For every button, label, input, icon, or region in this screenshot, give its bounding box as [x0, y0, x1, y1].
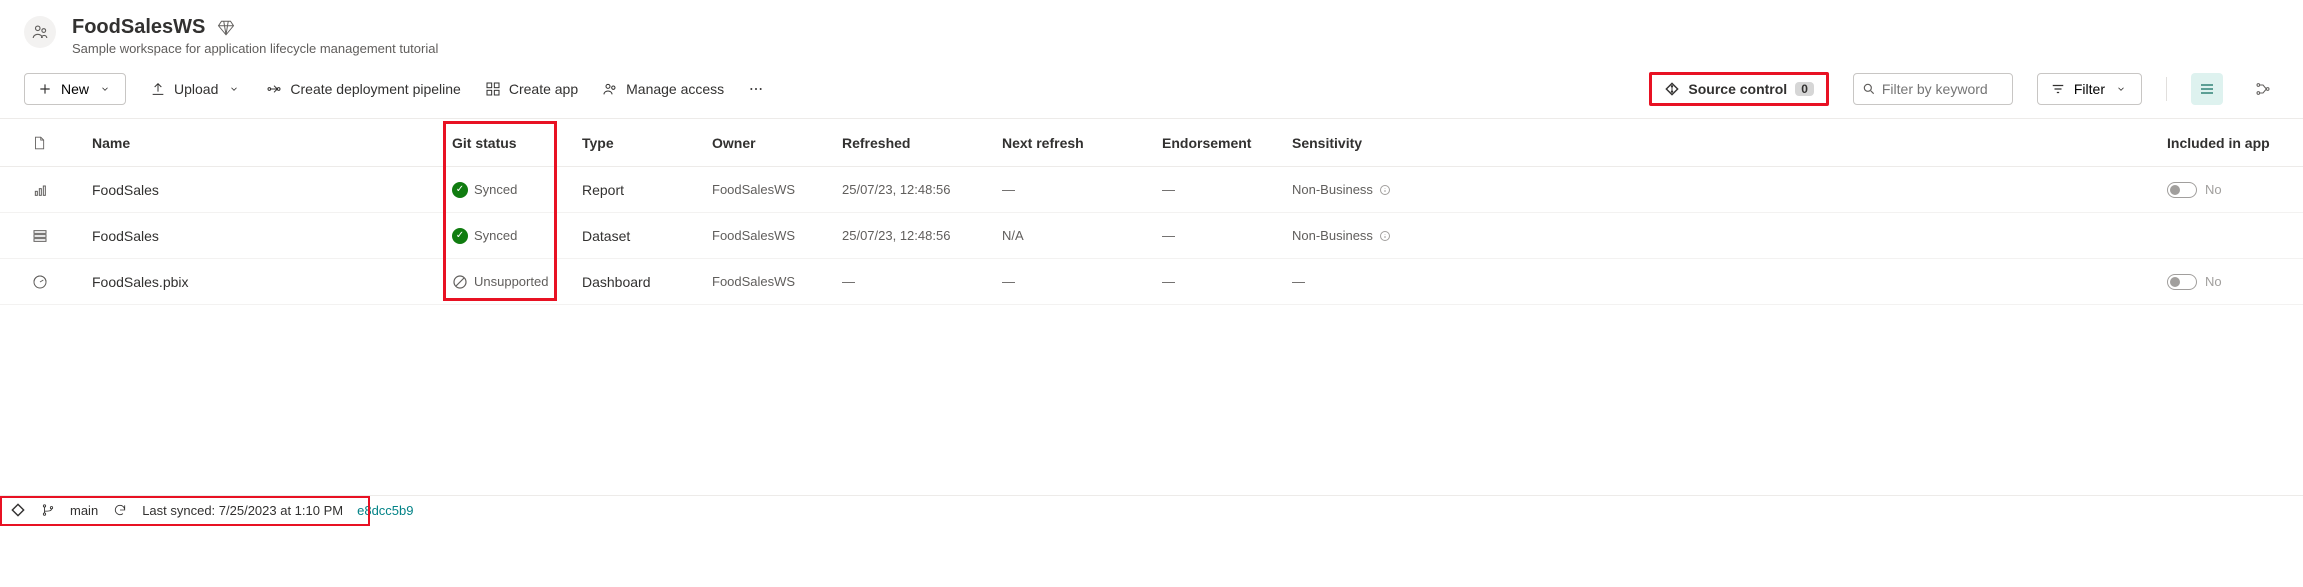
- toolbar: New Upload Create deployment pipeline Cr…: [0, 68, 2303, 119]
- filter-button[interactable]: Filter: [2037, 73, 2142, 105]
- col-sensitivity[interactable]: Sensitivity: [1284, 135, 1434, 151]
- git-icon: [10, 502, 26, 518]
- row-name[interactable]: FoodSales: [84, 182, 444, 198]
- createapp-button[interactable]: Create app: [485, 81, 578, 97]
- search-icon: [1862, 81, 1876, 97]
- filter-label: Filter: [2074, 81, 2105, 97]
- row-included: No: [2159, 274, 2279, 290]
- filter-icon: [2050, 81, 2066, 97]
- row-refreshed: 25/07/23, 12:48:56: [834, 228, 994, 243]
- pipeline-label: Create deployment pipeline: [290, 81, 460, 97]
- row-type-icon: [24, 182, 84, 198]
- chevron-down-icon: [97, 81, 113, 97]
- row-owner: FoodSalesWS: [704, 274, 834, 289]
- git-icon: [1664, 81, 1680, 97]
- more-icon: [748, 81, 764, 97]
- createapp-label: Create app: [509, 81, 578, 97]
- row-owner: FoodSalesWS: [704, 228, 834, 243]
- table-row[interactable]: FoodSales✓ SyncedDatasetFoodSalesWS25/07…: [0, 213, 2303, 259]
- row-type: Dataset: [574, 228, 704, 244]
- row-refreshed: 25/07/23, 12:48:56: [834, 182, 994, 197]
- upload-icon: [150, 81, 166, 97]
- new-button-label: New: [61, 81, 89, 97]
- col-owner[interactable]: Owner: [704, 135, 834, 151]
- row-next: —: [994, 182, 1154, 197]
- app-icon: [485, 81, 501, 97]
- upload-label: Upload: [174, 81, 218, 97]
- toolbar-divider: [2166, 77, 2167, 101]
- row-name[interactable]: FoodSales.pbix: [84, 274, 444, 290]
- people-icon: [602, 81, 618, 97]
- access-button[interactable]: Manage access: [602, 81, 724, 97]
- source-control-label: Source control: [1688, 81, 1787, 97]
- row-git-status: ✓ Synced: [444, 228, 574, 244]
- col-git[interactable]: Git status: [444, 135, 574, 151]
- row-refreshed: —: [834, 274, 994, 289]
- row-type: Dashboard: [574, 274, 704, 290]
- upload-button[interactable]: Upload: [150, 81, 242, 97]
- row-sensitivity: —: [1284, 274, 1434, 289]
- row-endorsement: —: [1154, 274, 1284, 289]
- access-label: Manage access: [626, 81, 724, 97]
- col-icon[interactable]: [24, 135, 84, 151]
- workspace-title: FoodSalesWS: [72, 16, 205, 39]
- row-type: Report: [574, 182, 704, 198]
- source-control-count: 0: [1795, 82, 1814, 96]
- row-name[interactable]: FoodSales: [84, 228, 444, 244]
- branch-name[interactable]: main: [70, 503, 98, 518]
- search-input[interactable]: [1882, 81, 2004, 97]
- col-refreshed[interactable]: Refreshed: [834, 135, 994, 151]
- commit-hash[interactable]: e8dcc5b9: [357, 503, 413, 518]
- include-toggle[interactable]: [2167, 182, 2197, 198]
- unsupported-icon: [452, 274, 468, 290]
- table-row[interactable]: FoodSales✓ SyncedReportFoodSalesWS25/07/…: [0, 167, 2303, 213]
- list-view-button[interactable]: [2191, 73, 2223, 105]
- branch-icon: [40, 502, 56, 518]
- row-included: No: [2159, 182, 2279, 198]
- row-endorsement: —: [1154, 182, 1284, 197]
- plus-icon: [37, 81, 53, 97]
- sync-text: Last synced: 7/25/2023 at 1:10 PM: [142, 503, 343, 518]
- table-header: Name Git status Type Owner Refreshed Nex…: [0, 119, 2303, 167]
- content-table: Name Git status Type Owner Refreshed Nex…: [0, 119, 2303, 305]
- row-git-status: ✓ Synced: [444, 182, 574, 198]
- workspace-icon: [24, 16, 56, 48]
- premium-diamond-icon: [217, 19, 235, 37]
- status-bar: main Last synced: 7/25/2023 at 1:10 PM e…: [0, 495, 2303, 524]
- row-sensitivity: Non-Business: [1284, 228, 1434, 243]
- sync-icon[interactable]: [112, 502, 128, 518]
- check-icon: ✓: [452, 182, 468, 198]
- row-owner: FoodSalesWS: [704, 182, 834, 197]
- new-button[interactable]: New: [24, 73, 126, 105]
- chevron-down-icon: [226, 81, 242, 97]
- pipeline-icon: [266, 81, 282, 97]
- row-type-icon: [24, 228, 84, 244]
- col-name[interactable]: Name: [84, 135, 444, 151]
- row-endorsement: —: [1154, 228, 1284, 243]
- row-next: —: [994, 274, 1154, 289]
- row-sensitivity: Non-Business: [1284, 182, 1434, 197]
- workspace-header: FoodSalesWS Sample workspace for applica…: [0, 0, 2303, 68]
- row-git-status: Unsupported: [444, 274, 574, 290]
- include-toggle[interactable]: [2167, 274, 2197, 290]
- col-type[interactable]: Type: [574, 135, 704, 151]
- col-endorsement[interactable]: Endorsement: [1154, 135, 1284, 151]
- col-next[interactable]: Next refresh: [994, 135, 1154, 151]
- source-control-button[interactable]: Source control 0: [1649, 72, 1828, 106]
- chevron-down-icon: [2113, 81, 2129, 97]
- workspace-subtitle: Sample workspace for application lifecyc…: [72, 41, 438, 56]
- row-next: N/A: [994, 228, 1154, 243]
- check-icon: ✓: [452, 228, 468, 244]
- search-input-wrap[interactable]: [1853, 73, 2013, 105]
- row-type-icon: [24, 274, 84, 290]
- pipeline-button[interactable]: Create deployment pipeline: [266, 81, 460, 97]
- table-row[interactable]: FoodSales.pbix UnsupportedDashboardFoodS…: [0, 259, 2303, 305]
- lineage-view-button[interactable]: [2247, 73, 2279, 105]
- col-included[interactable]: Included in app: [2159, 135, 2279, 151]
- more-button[interactable]: [748, 81, 764, 97]
